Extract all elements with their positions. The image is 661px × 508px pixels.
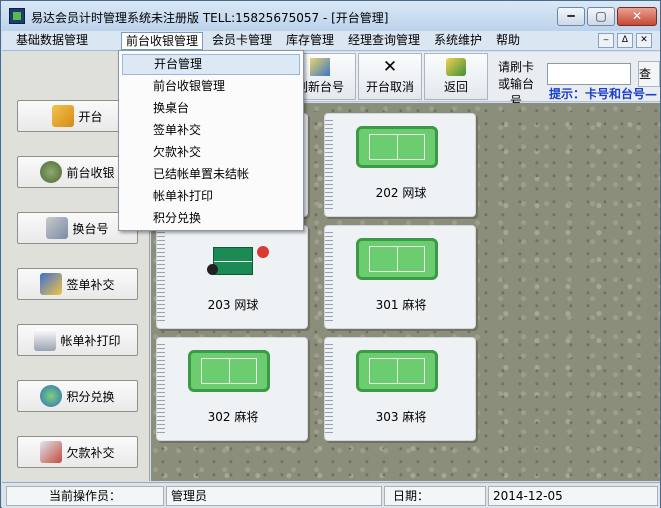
close-button[interactable]: ✕: [617, 7, 657, 26]
menu-item-reopen-bill[interactable]: 已结帐单置未结帐: [122, 164, 300, 185]
debt-payment-icon: [40, 441, 63, 463]
date-label: 日期：: [384, 486, 486, 506]
menu-inventory[interactable]: 库存管理: [282, 32, 338, 50]
mdi-restore-button[interactable]: ᐃ: [617, 33, 633, 48]
table-card[interactable]: 301 麻将: [324, 225, 476, 329]
table-card[interactable]: 302 麻将: [156, 337, 308, 441]
black-paddle-icon: [207, 264, 218, 275]
sidebar-debt-payment-button[interactable]: 欠款补交: [17, 436, 138, 468]
table-label: 301 麻将: [375, 298, 427, 312]
sidebar-sign-bill-button[interactable]: 签单补交: [17, 268, 138, 300]
status-bar: 当前操作员： 管理员 日期： 2014-12-05: [2, 482, 660, 508]
table-card[interactable]: 303 麻将: [324, 337, 476, 441]
menu-item-debt-payment[interactable]: 欠款补交: [122, 142, 300, 163]
menu-basic-data[interactable]: 基础数据管理: [12, 32, 92, 50]
sidebar-button-label: 换台号: [72, 221, 109, 236]
menu-help[interactable]: 帮助: [492, 32, 524, 50]
app-logo-icon: [9, 8, 25, 24]
tennis-court-icon: [356, 238, 438, 280]
tennis-court-icon: [356, 126, 438, 168]
menu-member-card[interactable]: 会员卡管理: [208, 32, 276, 50]
sidebar-button-label: 帐单补打印: [60, 333, 121, 348]
front-desk-dropdown-menu: 开台管理 前台收银管理 换桌台 签单补交 欠款补交 已结帐单置未结帐 帐单补打印…: [118, 50, 304, 231]
tennis-court-icon: [356, 350, 438, 392]
table-label: 303 麻将: [375, 410, 427, 424]
menu-item-sign-bill[interactable]: 签单补交: [122, 120, 300, 141]
maximize-button[interactable]: ▢: [587, 7, 615, 26]
money-bag-icon: [40, 161, 63, 183]
sidebar-button-label: 签单补交: [66, 277, 115, 292]
cancel-open-button[interactable]: ✕ 开台取消: [358, 53, 422, 100]
cancel-open-label: 开台取消: [365, 80, 414, 94]
menu-manager-query[interactable]: 经理查询管理: [344, 32, 424, 50]
mdi-minimize-button[interactable]: ‒: [598, 33, 614, 48]
red-paddle-icon: [257, 246, 269, 258]
table-label: 302 麻将: [207, 410, 259, 424]
printer-icon: [34, 329, 57, 351]
title-bar[interactable]: 易达会员计时管理系统未注册版 TELL:15825675057 - [开台管理]…: [1, 1, 660, 31]
table-label: 203 网球: [207, 298, 259, 312]
tennis-court-icon: [188, 350, 270, 392]
table-card[interactable]: 202 网球: [324, 113, 476, 217]
sidebar-button-label: 开台: [78, 109, 103, 124]
menu-bar: 基础数据管理 前台收银管理 会员卡管理 库存管理 经理查询管理 系统维护 帮助 …: [2, 31, 660, 51]
sidebar-button-label: 积分兑换: [66, 389, 115, 404]
sidebar-reprint-bill-button[interactable]: 帐单补打印: [17, 324, 138, 356]
menu-system-maintenance[interactable]: 系统维护: [430, 32, 486, 50]
points-exchange-icon: [40, 385, 63, 407]
card-or-table-input[interactable]: [547, 63, 631, 85]
refresh-icon: [310, 58, 330, 76]
hint-text: 提示：卡号和台号—: [549, 87, 658, 101]
window-title: 易达会员计时管理系统未注册版 TELL:15825675057 - [开台管理]: [31, 11, 389, 25]
cancel-x-icon: ✕: [382, 57, 398, 77]
menu-item-reprint-bill[interactable]: 帐单补打印: [122, 186, 300, 207]
menu-item-points-exchange[interactable]: 积分兑换: [122, 208, 300, 229]
query-button[interactable]: 查: [638, 61, 660, 87]
sign-bill-icon: [40, 273, 63, 295]
open-table-icon: [52, 105, 75, 127]
back-arrow-icon: [446, 58, 466, 76]
menu-item-open-table[interactable]: 开台管理: [122, 54, 300, 75]
operator-value: 管理员: [166, 486, 382, 506]
operator-label: 当前操作员：: [6, 486, 164, 506]
swap-table-icon: [46, 217, 69, 239]
menu-item-cashier[interactable]: 前台收银管理: [122, 76, 300, 97]
ping-pong-table-icon: [213, 247, 253, 275]
menu-front-desk-cashier[interactable]: 前台收银管理: [121, 32, 204, 50]
app-window: 易达会员计时管理系统未注册版 TELL:15825675057 - [开台管理]…: [0, 0, 661, 508]
mdi-close-button[interactable]: ✕: [636, 33, 652, 48]
back-button[interactable]: 返回: [424, 53, 488, 100]
sidebar-points-exchange-button[interactable]: 积分兑换: [17, 380, 138, 412]
minimize-button[interactable]: ━: [557, 7, 585, 26]
sidebar-button-label: 前台收银: [66, 165, 115, 180]
table-card[interactable]: 203 网球: [156, 225, 308, 329]
back-label: 返回: [443, 80, 468, 94]
table-label: 202 网球: [375, 186, 427, 200]
menu-item-swap-table[interactable]: 换桌台: [122, 98, 300, 119]
sidebar-button-label: 欠款补交: [66, 445, 115, 460]
date-value: 2014-12-05: [488, 486, 658, 506]
